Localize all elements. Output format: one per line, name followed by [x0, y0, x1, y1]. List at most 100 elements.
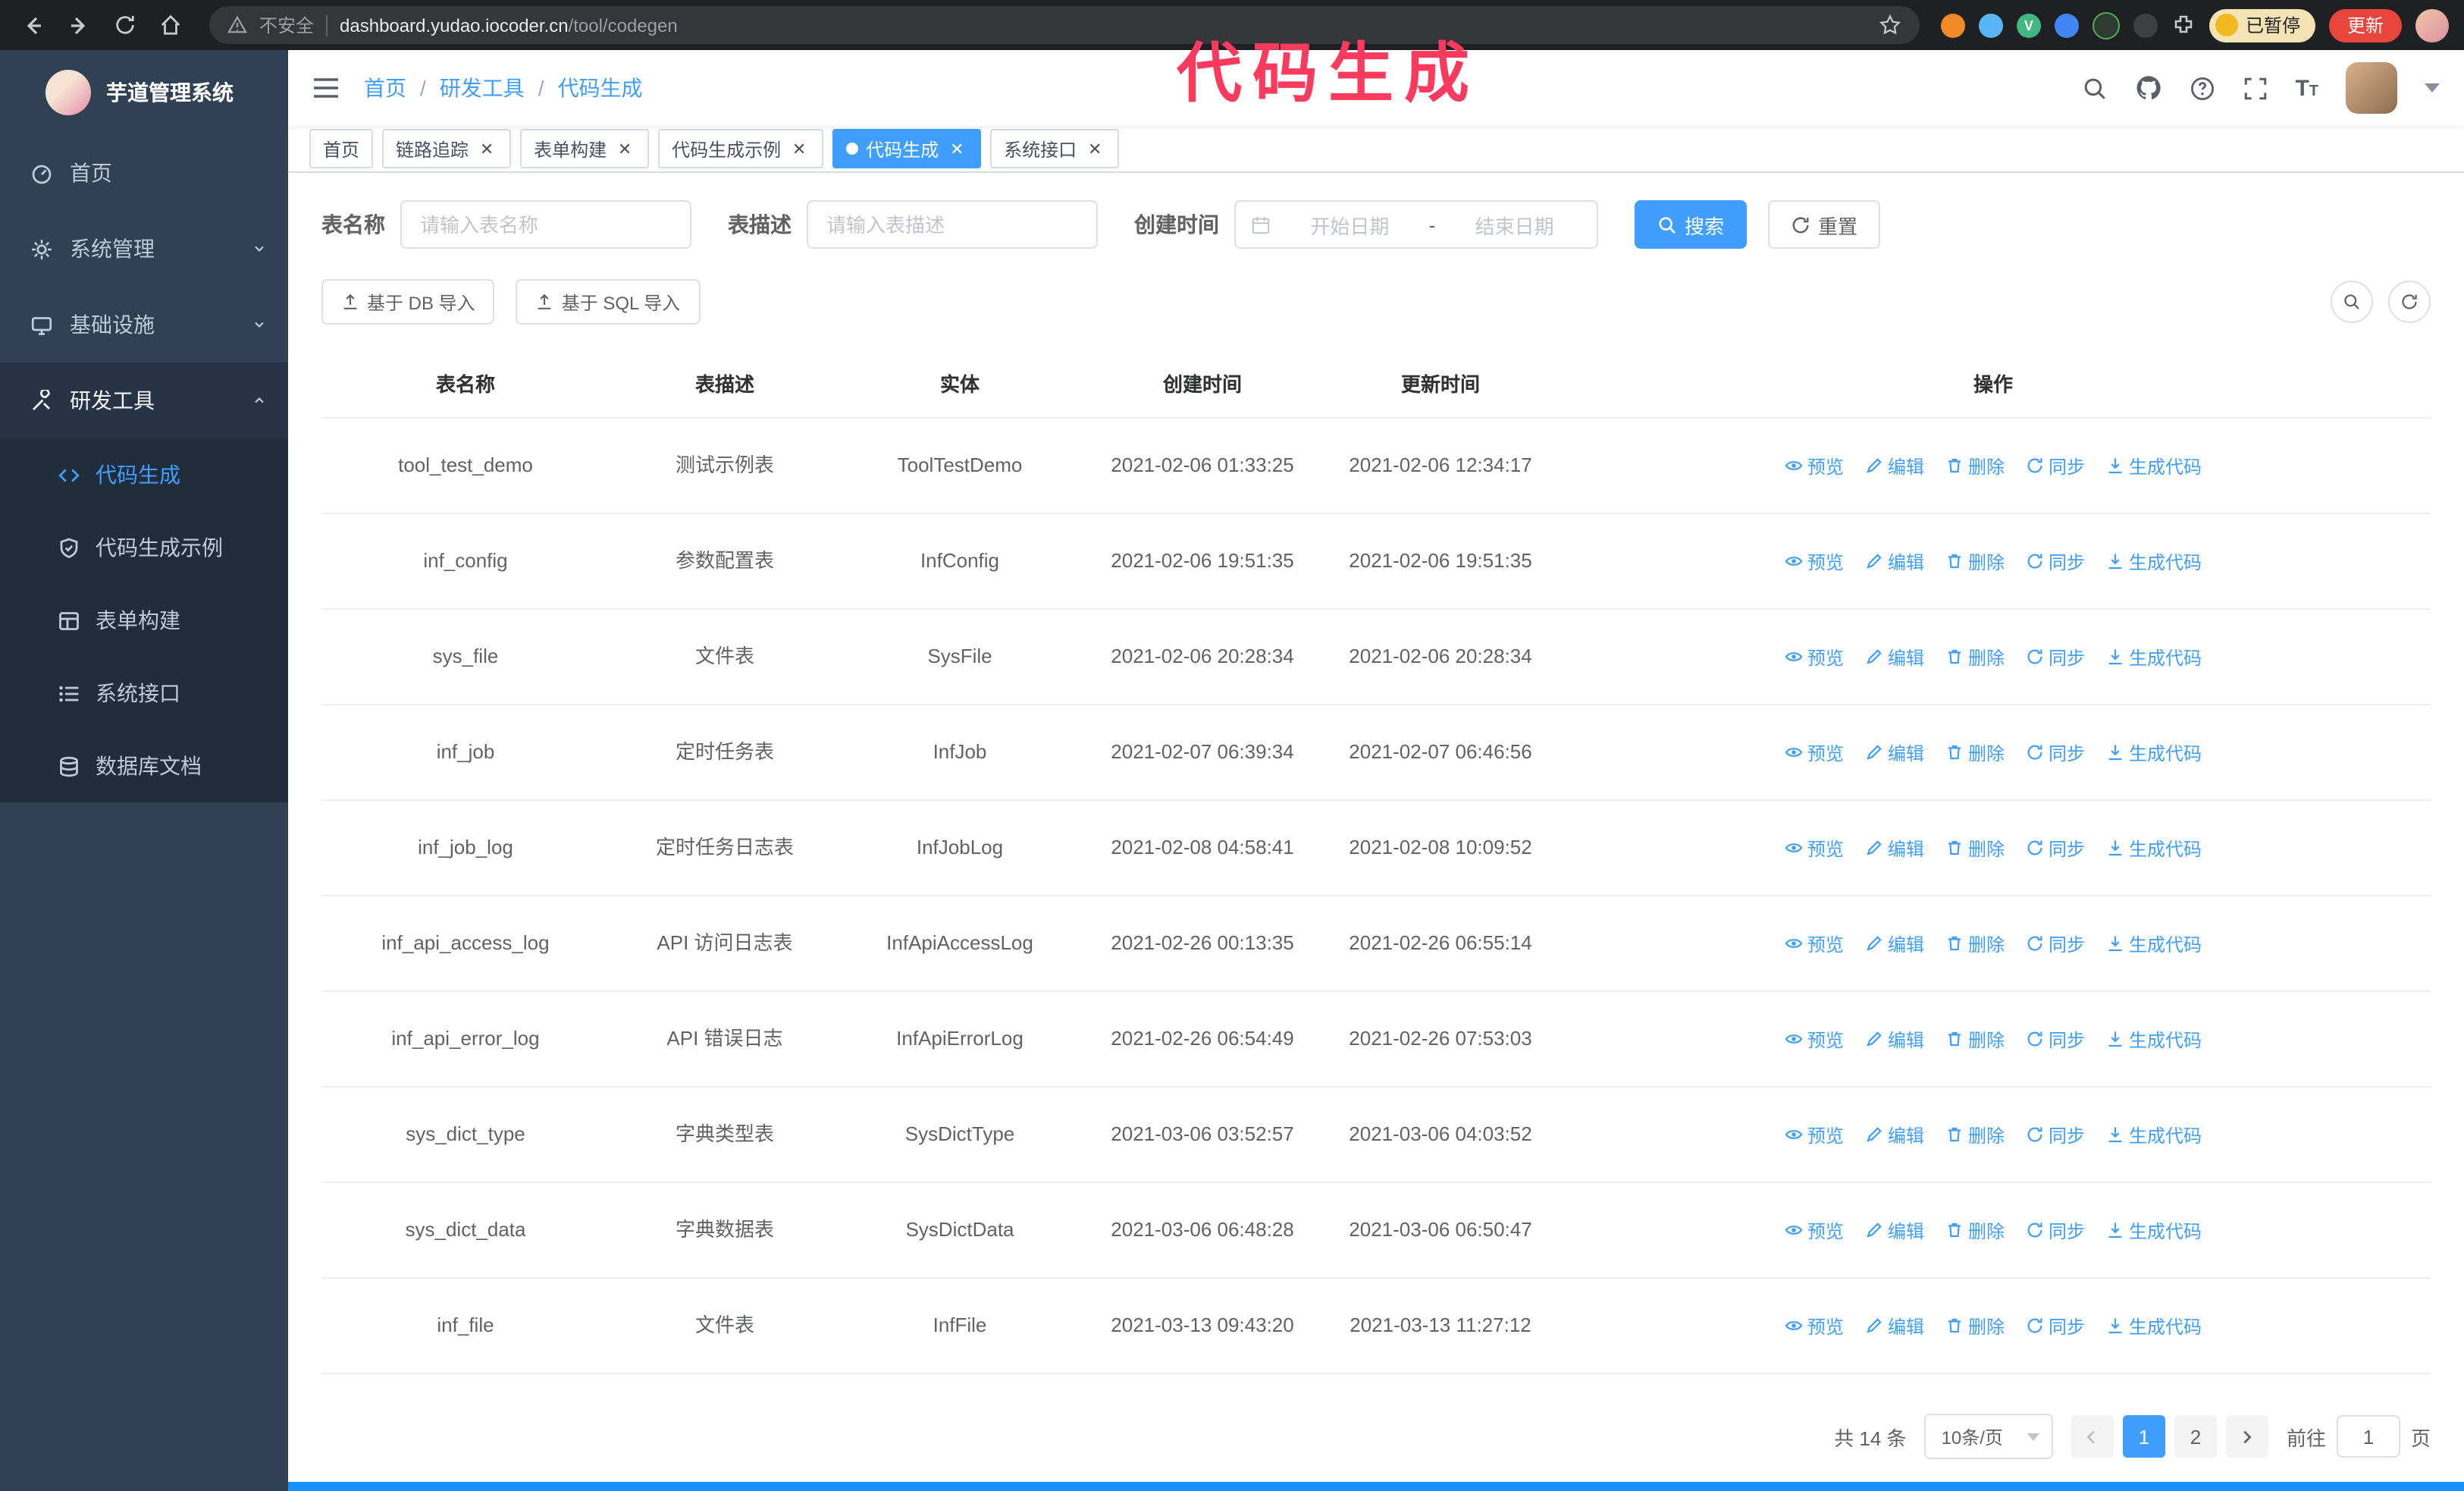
sidebar-item-infrastructure[interactable]: 基础设施 [0, 287, 288, 363]
preview-link[interactable]: 预览 [1785, 835, 1844, 861]
close-icon[interactable]: ✕ [946, 139, 967, 159]
edit-link[interactable]: 编辑 [1865, 1122, 1924, 1147]
edit-link[interactable]: 编辑 [1865, 1313, 1924, 1339]
import-db-button[interactable]: 基于 DB 导入 [321, 279, 495, 325]
font-size-icon[interactable]: TT [2295, 75, 2318, 101]
generate-code-link[interactable]: 生成代码 [2106, 739, 2202, 765]
user-avatar[interactable] [2346, 62, 2397, 114]
tab-home[interactable]: 首页 [309, 129, 374, 168]
sync-link[interactable]: 同步 [2026, 1026, 2085, 1052]
extension-dark-icon[interactable] [2133, 13, 2158, 37]
vue-devtools-icon[interactable]: V [2016, 13, 2041, 37]
page-size-select[interactable]: 10条/页 [1924, 1414, 2053, 1459]
sidebar-item-system[interactable]: 系统管理 [0, 211, 288, 287]
github-icon[interactable] [2134, 74, 2161, 102]
reset-button[interactable]: 重置 [1768, 200, 1881, 249]
preview-link[interactable]: 预览 [1785, 548, 1844, 574]
generate-code-link[interactable]: 生成代码 [2106, 835, 2202, 861]
edit-link[interactable]: 编辑 [1865, 835, 1924, 861]
search-icon[interactable] [2081, 75, 2107, 101]
goto-page-input[interactable] [2336, 1415, 2400, 1458]
generate-code-link[interactable]: 生成代码 [2106, 931, 2202, 956]
close-icon[interactable]: ✕ [476, 139, 497, 159]
edit-link[interactable]: 编辑 [1865, 453, 1924, 479]
generate-code-link[interactable]: 生成代码 [2106, 644, 2202, 670]
preview-link[interactable]: 预览 [1785, 453, 1844, 479]
preview-link[interactable]: 预览 [1785, 1026, 1844, 1052]
update-button[interactable]: 更新 [2328, 8, 2402, 42]
tab-codegen[interactable]: 代码生成 ✕ [832, 129, 982, 168]
toggle-search-button[interactable] [2331, 281, 2373, 323]
preview-link[interactable]: 预览 [1785, 1122, 1844, 1147]
refresh-table-button[interactable] [2388, 281, 2431, 323]
sidebar-item-codegen[interactable]: 代码生成 [0, 438, 288, 511]
generate-code-link[interactable]: 生成代码 [2106, 453, 2202, 479]
paused-badge[interactable]: 已暂停 [2209, 8, 2315, 42]
delete-link[interactable]: 删除 [1945, 739, 2005, 765]
edit-link[interactable]: 编辑 [1865, 1026, 1924, 1052]
extension-leaf-icon[interactable] [2092, 11, 2120, 39]
edit-link[interactable]: 编辑 [1865, 1217, 1924, 1243]
delete-link[interactable]: 删除 [1945, 1217, 2005, 1243]
extension-people-icon[interactable] [2054, 13, 2079, 37]
sync-link[interactable]: 同步 [2026, 931, 2085, 956]
generate-code-link[interactable]: 生成代码 [2106, 1313, 2202, 1339]
delete-link[interactable]: 删除 [1945, 1313, 2005, 1339]
reload-icon[interactable] [106, 7, 143, 43]
delete-link[interactable]: 删除 [1945, 644, 2005, 670]
address-bar[interactable]: 不安全 dashboard.yudao.iocoder.cn/tool/code… [209, 6, 1920, 44]
tab-tracing[interactable]: 链路追踪 ✕ [382, 129, 512, 168]
delete-link[interactable]: 删除 [1945, 931, 2005, 956]
tab-form-builder[interactable]: 表单构建 ✕ [520, 129, 650, 168]
edit-link[interactable]: 编辑 [1865, 548, 1924, 574]
next-page-button[interactable] [2225, 1415, 2268, 1458]
edit-link[interactable]: 编辑 [1865, 644, 1924, 670]
back-icon[interactable] [15, 7, 52, 43]
sync-link[interactable]: 同步 [2026, 453, 2085, 479]
sync-link[interactable]: 同步 [2026, 1313, 2085, 1339]
sidebar-item-home[interactable]: 首页 [0, 135, 288, 211]
generate-code-link[interactable]: 生成代码 [2106, 1122, 2202, 1147]
breadcrumb-dev-tools[interactable]: 研发工具 [440, 73, 525, 103]
generate-code-link[interactable]: 生成代码 [2106, 1217, 2202, 1243]
sidebar-item-system-api[interactable]: 系统接口 [0, 657, 288, 730]
sidebar-item-dev-tools[interactable]: 研发工具 [0, 363, 288, 438]
generate-code-link[interactable]: 生成代码 [2106, 1026, 2202, 1052]
chevron-down-icon[interactable] [2425, 83, 2440, 93]
tab-system-api[interactable]: 系统接口 ✕ [990, 129, 1120, 168]
page-button-1[interactable]: 1 [2122, 1415, 2165, 1458]
help-icon[interactable] [2189, 75, 2215, 101]
prev-page-button[interactable] [2071, 1415, 2114, 1458]
extension-orange-icon[interactable] [1940, 13, 1965, 37]
browser-profile-avatar[interactable] [2415, 8, 2449, 42]
preview-link[interactable]: 预览 [1785, 1313, 1844, 1339]
sync-link[interactable]: 同步 [2026, 1122, 2085, 1147]
forward-icon[interactable] [61, 7, 97, 43]
preview-link[interactable]: 预览 [1785, 739, 1844, 765]
import-sql-button[interactable]: 基于 SQL 导入 [516, 279, 701, 325]
table-name-input[interactable] [400, 200, 691, 249]
delete-link[interactable]: 删除 [1945, 1026, 2005, 1052]
sync-link[interactable]: 同步 [2026, 1217, 2085, 1243]
preview-link[interactable]: 预览 [1785, 931, 1844, 956]
breadcrumb-home[interactable]: 首页 [364, 73, 406, 103]
sync-link[interactable]: 同步 [2026, 548, 2085, 574]
close-icon[interactable]: ✕ [614, 139, 635, 159]
sidebar-item-codegen-example[interactable]: 代码生成示例 [0, 511, 288, 584]
delete-link[interactable]: 删除 [1945, 1122, 2005, 1147]
page-button-2[interactable]: 2 [2174, 1415, 2217, 1458]
puzzle-extensions-icon[interactable] [2171, 13, 2196, 37]
close-icon[interactable]: ✕ [1084, 139, 1105, 159]
hamburger-icon[interactable] [312, 76, 340, 100]
tab-codegen-example[interactable]: 代码生成示例 ✕ [658, 129, 824, 168]
delete-link[interactable]: 删除 [1945, 835, 2005, 861]
preview-link[interactable]: 预览 [1785, 1217, 1844, 1243]
sidebar-item-form-builder[interactable]: 表单构建 [0, 584, 288, 657]
table-desc-input[interactable] [807, 200, 1098, 249]
sync-link[interactable]: 同步 [2026, 835, 2085, 861]
edit-link[interactable]: 编辑 [1865, 739, 1924, 765]
extension-drop-icon[interactable] [1978, 13, 2003, 37]
search-button[interactable]: 搜索 [1635, 200, 1748, 249]
date-range-picker[interactable]: 开始日期 - 结束日期 [1234, 200, 1598, 249]
sync-link[interactable]: 同步 [2026, 739, 2085, 765]
